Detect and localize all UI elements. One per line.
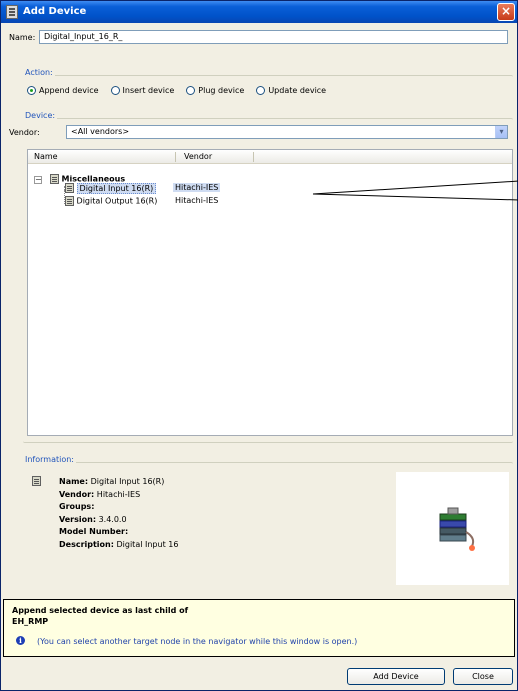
info-groups-label: Groups: (59, 502, 95, 511)
tree-item-vendor: Hitachi-IES (173, 183, 221, 192)
device-chip-icon (65, 196, 74, 206)
info-description-value: Digital Input 16 (116, 539, 179, 549)
radio-icon (186, 86, 196, 95)
radio-label: Plug device (198, 86, 245, 95)
add-device-window: Add Device × Name: Digital_Input_16_R_ A… (0, 0, 518, 691)
info-vendor-value: Hitachi-IES (96, 489, 141, 499)
column-header-vendor[interactable]: Vendor (176, 152, 254, 162)
device-chip-icon (50, 174, 59, 184)
window-title: Add Device (23, 6, 87, 17)
device-chip-icon (6, 5, 18, 19)
radio-update-device[interactable]: Update device (256, 86, 326, 95)
hint-line-3: (You can select another target node in t… (37, 637, 358, 646)
device-preview-icon (439, 507, 475, 551)
radio-insert-device[interactable]: Insert device (110, 86, 175, 95)
info-version-label: Version: (59, 514, 97, 524)
tree-item-digital-output[interactable]: Digital Output 16(R) (65, 196, 157, 208)
radio-append-device[interactable]: Append device (27, 86, 99, 95)
tree-item-digital-input[interactable]: Digital Input 16(R) (65, 182, 157, 195)
vendor-row: Vendor: <All vendors> ▾ (1, 123, 517, 141)
radio-label: Append device (39, 86, 99, 95)
tree-expand-icon[interactable]: − (34, 176, 42, 184)
tree-item-vendor-cell: Hitachi-IES (173, 183, 221, 195)
device-preview-image (396, 472, 509, 585)
tree-item-name: Digital Input 16(R) (76, 182, 157, 194)
hint-panel: Append selected device as last child of … (3, 599, 515, 657)
name-label: Name: (9, 33, 36, 42)
list-header: Name Vendor (28, 150, 512, 164)
add-device-button[interactable]: Add Device (347, 668, 445, 685)
info-name-value: Digital Input 16(R) (90, 477, 165, 486)
hint-line-1: Append selected device as last child of (12, 606, 189, 615)
device-chip-icon (32, 476, 41, 486)
info-version-value: 3.4.0.0 (98, 514, 127, 524)
device-chip-icon (65, 183, 74, 193)
vendor-select-value: <All vendors> (71, 127, 130, 136)
tree-item-vendor-cell: Hitachi-IES (175, 196, 218, 208)
radio-label: Update device (268, 86, 327, 95)
dropdown-arrow-icon[interactable]: ▾ (495, 126, 507, 138)
info-vendor-label: Vendor: (59, 489, 95, 499)
tree-item-vendor: Hitachi-IES (175, 196, 219, 205)
radio-icon (27, 86, 36, 95)
info-name-label: Name: (59, 477, 89, 486)
radio-icon (110, 86, 120, 95)
info-icon: i (16, 636, 25, 645)
info-description-label: Description: (59, 539, 114, 549)
close-button[interactable]: Close (453, 668, 513, 685)
name-input[interactable]: Digital_Input_16_R_ (39, 30, 508, 44)
device-title: Device: (23, 111, 58, 120)
radio-plug-device[interactable]: Plug device (186, 86, 244, 95)
column-header-name[interactable]: Name (28, 152, 176, 162)
radio-icon (256, 86, 266, 95)
action-title: Action: (23, 68, 55, 77)
title-bar[interactable]: Add Device × (1, 1, 517, 23)
vendor-label: Vendor: (9, 128, 40, 137)
action-radio-group: Append device Insert device Plug device … (27, 86, 326, 95)
information-details: Name: Digital Input 16(R) Vendor: Hitach… (59, 476, 178, 551)
information-title: Information: (23, 455, 77, 464)
info-model-label: Model Number: (59, 527, 129, 536)
callout-lines (312, 180, 518, 201)
vendor-select[interactable]: <All vendors> ▾ (66, 125, 508, 139)
tree-item-name: Digital Output 16(R) (76, 196, 158, 206)
radio-label: Insert device (122, 86, 175, 95)
name-row: Name: Digital_Input_16_R_ (1, 23, 517, 47)
close-window-button[interactable]: × (497, 3, 515, 21)
hint-line-2: EH_RMP (12, 617, 49, 626)
